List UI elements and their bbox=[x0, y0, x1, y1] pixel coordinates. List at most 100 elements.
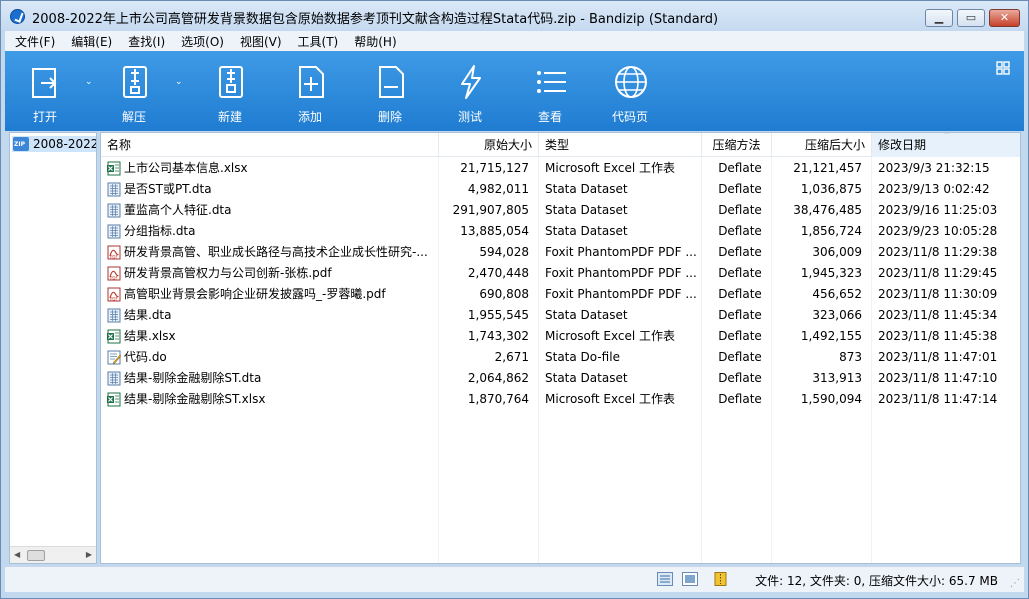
sort-ascending-icon: ⌃ bbox=[943, 132, 951, 141]
minimize-icon: ▁ bbox=[934, 11, 944, 24]
file-compression-method: Deflate bbox=[718, 287, 762, 301]
column-header-modified-label: 修改日期 bbox=[878, 138, 927, 152]
table-row[interactable]: PDF 高管职业背景会影响企业研发披露吗_-罗蓉曦.pdf 690,808 Foxit… bbox=[101, 284, 1020, 305]
extract-label: 解压 bbox=[121, 110, 146, 124]
table-row[interactable]: 上市公司基本信息.xlsx 21,715,127 Microsoft Excel 工… bbox=[101, 158, 1020, 179]
archive-info-icon[interactable] bbox=[713, 572, 729, 586]
scroll-thumb[interactable] bbox=[27, 550, 45, 561]
file-type: Stata Dataset bbox=[545, 224, 628, 238]
column-header-type[interactable]: 类型 bbox=[539, 133, 702, 157]
file-name: 结果.dta bbox=[124, 308, 172, 322]
add-button[interactable]: 添加 bbox=[278, 61, 342, 127]
app-window: 2008-2022年上市公司高管研发背景数据包含原始数据参考顶刊文献含构造过程S… bbox=[0, 0, 1029, 599]
file-list: 名称 原始大小 类型 压缩方法 压缩后大小 修改日期 ⌃ 上市公司基本信息.xl… bbox=[100, 132, 1021, 564]
table-row[interactable]: PDF 研发背景高管、职业成长路径与高技术企业成长性研究-... 594,028 Fo… bbox=[101, 242, 1020, 263]
menu-bar: 文件(F) 编辑(E) 查找(I) 选项(O) 视图(V) 工具(T) 帮助(H… bbox=[5, 31, 1024, 51]
file-name: 研发背景高管权力与公司创新-张栋.pdf bbox=[124, 266, 332, 280]
column-header-packed-size[interactable]: 压缩后大小 bbox=[772, 133, 872, 157]
maximize-icon: ▭ bbox=[965, 11, 977, 24]
table-row[interactable]: 结果.dta 1,955,545 Stata Dataset Deflate 323,0… bbox=[101, 305, 1020, 326]
file-packed-size: 456,652 bbox=[812, 287, 862, 301]
open-button[interactable]: 打开 bbox=[13, 61, 77, 127]
file-original-size: 21,715,127 bbox=[460, 161, 529, 175]
resize-grip-icon[interactable]: ⋰ bbox=[1010, 578, 1022, 590]
extract-icon bbox=[123, 66, 147, 98]
maximize-button[interactable]: ▭ bbox=[957, 9, 985, 27]
file-modified-date: 2023/9/16 11:25:03 bbox=[878, 203, 998, 217]
close-icon: ✕ bbox=[999, 11, 1010, 24]
layout-grid-icon[interactable] bbox=[996, 61, 1010, 75]
file-modified-date: 2023/11/8 11:47:14 bbox=[878, 392, 998, 406]
tree-horizontal-scrollbar[interactable]: ◀ ▶ bbox=[10, 546, 96, 563]
column-header-original-size[interactable]: 原始大小 bbox=[439, 133, 539, 157]
file-compression-method: Deflate bbox=[718, 350, 762, 364]
open-dropdown-icon[interactable]: ⌄ bbox=[85, 77, 95, 87]
close-button[interactable]: ✕ bbox=[989, 9, 1020, 27]
test-button[interactable]: 测试 bbox=[438, 61, 502, 127]
table-row[interactable]: 是否ST或PT.dta 4,982,011 Stata Dataset Deflate… bbox=[101, 179, 1020, 200]
menu-tools[interactable]: 工具(T) bbox=[288, 33, 345, 50]
file-modified-date: 2023/9/3 21:32:15 bbox=[878, 161, 990, 175]
file-name: 分组指标.dta bbox=[124, 224, 196, 238]
file-name: 结果-剔除金融剔除ST.dta bbox=[124, 371, 262, 385]
folder-tree: 2008-2022年上市公司高管研发背景数据包含原始数据参考顶刊文献含构造过程S… bbox=[9, 132, 97, 564]
table-row[interactable]: 结果-剔除金融剔除ST.xlsx 1,870,764 Microsoft Excel… bbox=[101, 389, 1020, 410]
window-controls: ▁ ▭ ✕ bbox=[925, 9, 1020, 27]
file-packed-size: 306,009 bbox=[812, 245, 862, 259]
codepage-button[interactable]: 代码页 bbox=[598, 61, 662, 127]
file-compression-method: Deflate bbox=[718, 266, 762, 280]
file-type: Microsoft Excel 工作表 bbox=[545, 329, 676, 343]
file-original-size: 690,808 bbox=[479, 287, 529, 301]
scroll-left-icon[interactable]: ◀ bbox=[14, 550, 20, 559]
globe-icon bbox=[615, 66, 647, 98]
file-compression-method: Deflate bbox=[718, 308, 762, 322]
file-modified-date: 2023/11/8 11:29:38 bbox=[878, 245, 998, 259]
table-row[interactable]: 分组指标.dta 13,885,054 Stata Dataset Deflate 1,… bbox=[101, 221, 1020, 242]
file-modified-date: 2023/9/13 0:02:42 bbox=[878, 182, 990, 196]
view-label: 查看 bbox=[537, 110, 562, 124]
file-type: Stata Dataset bbox=[545, 371, 628, 385]
new-label: 新建 bbox=[217, 110, 242, 124]
file-packed-size: 1,856,724 bbox=[800, 224, 862, 238]
delete-file-icon bbox=[379, 66, 404, 98]
list-view-icon bbox=[537, 71, 566, 93]
delete-button[interactable]: 删除 bbox=[358, 61, 422, 127]
table-row[interactable]: 代码.do 2,671 Stata Do-file Deflate 873 2023/11… bbox=[101, 347, 1020, 368]
menu-edit[interactable]: 编辑(E) bbox=[61, 33, 118, 50]
menu-find[interactable]: 查找(I) bbox=[118, 33, 171, 50]
table-row[interactable]: 董监高个人特征.dta 291,907,805 Stata Dataset Defla… bbox=[101, 200, 1020, 221]
file-original-size: 2,671 bbox=[494, 350, 529, 364]
menu-options[interactable]: 选项(O) bbox=[171, 33, 230, 50]
add-file-icon bbox=[299, 66, 324, 98]
file-type: Foxit PhantomPDF PDF ... bbox=[545, 287, 697, 301]
table-row[interactable]: 结果.xlsx 1,743,302 Microsoft Excel 工作表 Defla… bbox=[101, 326, 1020, 347]
table-row[interactable]: 结果-剔除金融剔除ST.dta 2,064,862 Stata Dataset Def… bbox=[101, 368, 1020, 389]
extract-dropdown-icon[interactable]: ⌄ bbox=[175, 77, 185, 87]
menu-file[interactable]: 文件(F) bbox=[5, 33, 61, 50]
scroll-right-icon[interactable]: ▶ bbox=[86, 550, 92, 559]
file-compression-method: Deflate bbox=[718, 245, 762, 259]
view-button[interactable]: 查看 bbox=[518, 61, 582, 127]
menu-help[interactable]: 帮助(H) bbox=[344, 33, 402, 50]
file-name: 高管职业背景会影响企业研发披露吗_-罗蓉曦.pdf bbox=[124, 287, 386, 301]
file-type: Stata Do-file bbox=[545, 350, 620, 364]
file-packed-size: 313,913 bbox=[812, 371, 862, 385]
extract-button[interactable]: 解压 bbox=[102, 61, 166, 127]
table-row[interactable]: PDF 研发背景高管权力与公司创新-张栋.pdf 2,470,448 Foxit Ph… bbox=[101, 263, 1020, 284]
title-bar[interactable]: 2008-2022年上市公司高管研发背景数据包含原始数据参考顶刊文献含构造过程S… bbox=[1, 1, 1028, 31]
menu-view[interactable]: 视图(V) bbox=[230, 33, 288, 50]
new-button[interactable]: 新建 bbox=[198, 61, 262, 127]
tree-item-archive[interactable]: 2008-2022年上市公司高管研发背景数据包含原始数据参考顶刊文献含构造过程S… bbox=[12, 136, 96, 152]
file-modified-date: 2023/11/8 11:47:01 bbox=[878, 350, 998, 364]
column-header-modified[interactable]: 修改日期 ⌃ bbox=[872, 132, 1020, 157]
details-view-icon[interactable] bbox=[657, 572, 673, 586]
file-type: Microsoft Excel 工作表 bbox=[545, 161, 676, 175]
file-modified-date: 2023/9/23 10:05:28 bbox=[878, 224, 998, 238]
file-modified-date: 2023/11/8 11:29:45 bbox=[878, 266, 998, 280]
file-compression-method: Deflate bbox=[718, 161, 762, 175]
thumbnail-view-icon[interactable] bbox=[682, 572, 698, 586]
file-type: Foxit PhantomPDF PDF ... bbox=[545, 245, 697, 259]
column-header-method[interactable]: 压缩方法 bbox=[702, 133, 772, 157]
column-header-name[interactable]: 名称 bbox=[101, 133, 439, 157]
minimize-button[interactable]: ▁ bbox=[925, 9, 953, 27]
